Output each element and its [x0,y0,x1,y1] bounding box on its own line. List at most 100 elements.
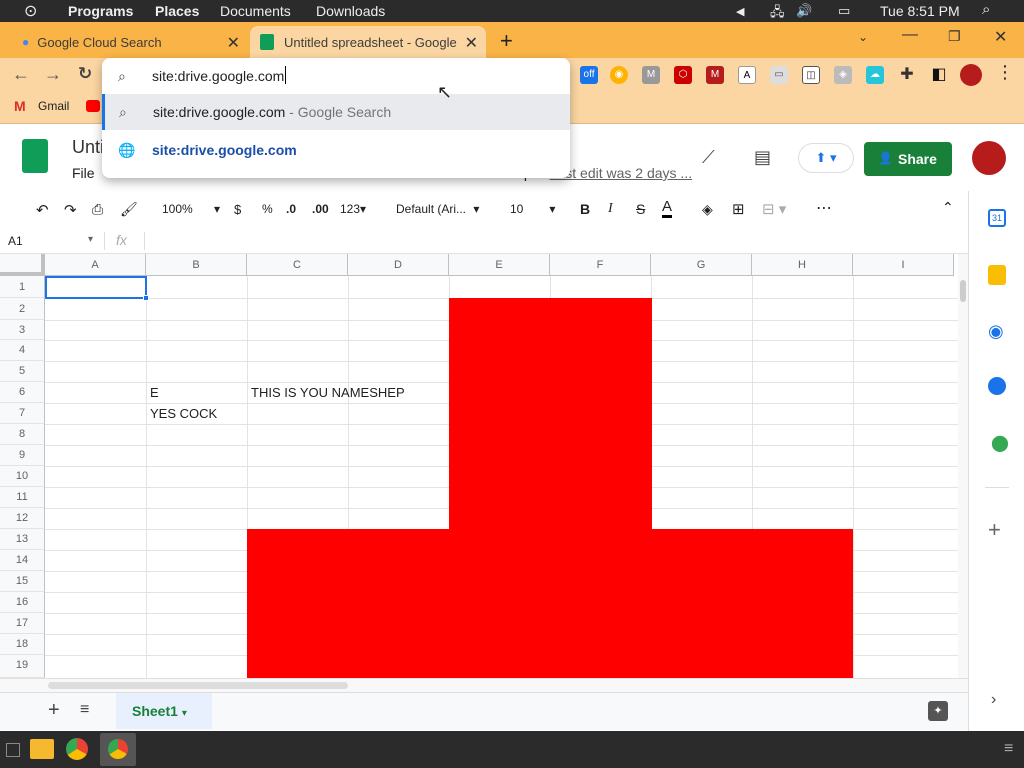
row-header-15[interactable]: 15 [0,571,45,592]
row-header-13[interactable]: 13 [0,529,45,550]
close-icon[interactable]: ✕ [465,33,478,53]
bookmark-gmail[interactable]: Gmail [38,99,69,113]
close-icon[interactable]: ✕ [227,33,240,53]
row-header-7[interactable]: 7 [0,403,45,424]
file-manager-icon[interactable] [30,739,54,759]
font-select[interactable]: Default (Ari... ▾ [396,202,479,216]
suggestion-search[interactable]: ⌕ site:drive.google.com - Google Search [102,94,570,130]
cell-b6[interactable]: E [150,385,159,400]
row-header-16[interactable]: 16 [0,592,45,613]
menu-icon[interactable]: ≡ [1004,740,1013,758]
row-header-10[interactable]: 10 [0,466,45,487]
extension-cloud-icon[interactable]: ☁ [866,66,884,84]
chevron-down-icon[interactable]: ▾ [88,234,93,245]
keep-icon[interactable] [988,265,1006,285]
column-header-a[interactable]: A [45,254,146,276]
vertical-scrollbar[interactable] [958,254,968,678]
column-header-i[interactable]: I [853,254,954,276]
extension-cast-icon[interactable]: ▭ [770,66,788,84]
restore-icon[interactable]: ❐ [948,28,961,45]
column-header-f[interactable]: F [550,254,651,276]
document-title[interactable]: Unti [72,137,104,158]
horizontal-scroll-thumb[interactable] [48,682,348,689]
new-tab-icon[interactable]: + [500,28,513,54]
row-header-4[interactable]: 4 [0,340,45,361]
menu-places[interactable]: Places [155,3,199,19]
horizontal-scrollbar[interactable] [0,678,968,692]
extension-m-icon[interactable]: M [642,66,660,84]
more-vert-icon[interactable]: ⋮ [996,62,1014,83]
chevron-down-icon[interactable]: ⌄ [858,30,868,44]
column-header-g[interactable]: G [651,254,752,276]
back-icon[interactable]: ← [12,64,30,85]
more-horiz-icon[interactable]: ⋯ [816,198,832,218]
select-all-corner[interactable] [0,254,45,276]
add-sheet-icon[interactable]: + [48,699,60,722]
menu-file[interactable]: File [72,165,95,181]
print-icon[interactable]: ⎙ [92,201,103,218]
row-header-8[interactable]: 8 [0,424,45,445]
menu-programs[interactable]: Programs [68,3,133,19]
trending-icon[interactable]: ⟋ [702,147,715,168]
explore-icon[interactable]: ✦ [928,701,948,721]
clock[interactable]: Tue 8:51 PM [880,3,960,19]
row-header-5[interactable]: 5 [0,361,45,382]
tab-untitled-spreadsheet[interactable]: Untitled spreadsheet - Google Sh ✕ [250,26,486,58]
window-close-icon[interactable]: ✕ [994,27,1007,47]
undo-icon[interactable]: ↶ [36,201,49,219]
name-box[interactable]: A1 [8,234,23,248]
strikethrough-button[interactable]: S [636,201,645,217]
omnibox-input[interactable]: site:drive.google.com [152,68,284,84]
decrease-decimal-button[interactable]: .0 [286,202,296,216]
zoom-select[interactable]: 100% ▾ [162,202,220,216]
italic-button[interactable]: I [608,201,613,217]
extension-gray-icon[interactable]: ◈ [834,66,852,84]
fill-color-icon[interactable]: ◈ [702,201,713,218]
present-button[interactable]: ⬆ ▾ [798,143,854,173]
redo-icon[interactable]: ↷ [64,201,77,219]
chevron-right-icon[interactable]: › [991,691,996,709]
merge-cells-icon[interactable]: ⊟ ▾ [762,200,786,218]
reload-icon[interactable]: ↻ [78,64,92,84]
currency-button[interactable]: $ [234,202,241,217]
menu-documents[interactable]: Documents [220,3,291,19]
minimize-icon[interactable]: — [902,26,918,44]
forward-icon[interactable]: → [44,64,62,85]
row-header-17[interactable]: 17 [0,613,45,634]
font-size-select[interactable]: 10 ▾ [510,202,555,216]
row-header-2[interactable]: 2 [0,298,45,320]
sheet-tab-sheet1[interactable]: Sheet1 ▾ [116,693,212,729]
red-fill-e2-f12[interactable] [449,298,652,529]
comment-icon[interactable]: ▤ [754,147,771,168]
account-avatar[interactable] [972,141,1006,175]
percent-button[interactable]: % [262,202,273,216]
cell-b7[interactable]: YES COCK [150,406,217,421]
column-header-c[interactable]: C [247,254,348,276]
extension-a-icon[interactable]: A [738,66,756,84]
extensions-puzzle-icon[interactable]: ✚ [898,66,916,84]
search-icon[interactable]: ⌕ [982,1,990,18]
bold-button[interactable]: B [580,201,590,217]
add-addon-icon[interactable]: + [988,517,1001,543]
fill-handle[interactable] [143,295,149,301]
arrow-left-icon[interactable]: ◀ [736,5,744,18]
maps-icon[interactable]: ⬤ [991,433,1009,453]
paint-format-icon[interactable]: 🖌 [120,201,138,218]
extension-shield-icon[interactable]: ⬡ [674,66,692,84]
show-desktop-icon[interactable] [6,743,20,757]
profile-avatar[interactable] [960,64,982,86]
contacts-icon[interactable] [988,377,1006,395]
column-header-d[interactable]: D [348,254,449,276]
volume-icon[interactable]: 🔊 [796,3,812,19]
chrome-icon[interactable] [66,738,88,760]
suggestion-url[interactable]: 🌐 site:drive.google.com [102,132,570,168]
system-menu-icon[interactable]: ⊙ [24,1,37,21]
red-fill-c13-h19[interactable] [247,529,853,678]
all-sheets-icon[interactable]: ≡ [80,701,89,719]
tab-google-cloud-search[interactable]: ● Google Cloud Search ✕ [12,26,248,58]
row-header-1[interactable]: 1 [0,276,45,298]
vertical-scroll-thumb[interactable] [960,280,966,302]
last-edit-link[interactable]: Last edit was 2 days ... [550,165,692,181]
extension-globe-icon[interactable]: ◉ [610,66,628,84]
extension-mcafee-icon[interactable]: M [706,66,724,84]
